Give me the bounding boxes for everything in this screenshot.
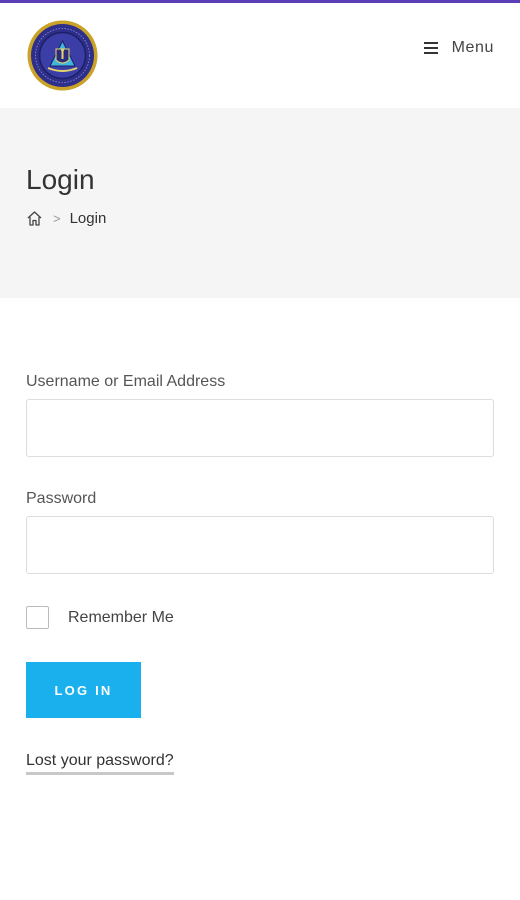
hamburger-icon xyxy=(423,42,438,54)
lost-password-link[interactable]: Lost your password? xyxy=(26,752,174,775)
password-input[interactable] xyxy=(26,516,494,574)
school-crest-logo-icon xyxy=(27,20,98,91)
password-field-group: Password xyxy=(26,490,494,574)
login-button[interactable]: LOG IN xyxy=(26,662,141,718)
page-title: Login xyxy=(26,164,95,195)
password-label: Password xyxy=(26,490,97,507)
page-header: Login > Login xyxy=(0,108,520,298)
menu-toggle-button[interactable]: Menu xyxy=(423,37,494,59)
breadcrumb-home-link[interactable] xyxy=(26,210,43,227)
breadcrumb: > Login xyxy=(26,210,106,227)
username-input[interactable] xyxy=(26,399,494,457)
site-logo[interactable] xyxy=(26,19,99,92)
username-field-group: Username or Email Address xyxy=(26,373,494,457)
remember-me-checkbox[interactable] xyxy=(26,606,49,629)
remember-me-label[interactable]: Remember Me xyxy=(68,609,174,627)
remember-me-row: Remember Me xyxy=(26,606,174,629)
site-header: Menu xyxy=(0,3,520,108)
breadcrumb-separator: > xyxy=(53,211,61,226)
breadcrumb-current: Login xyxy=(69,210,107,227)
username-label: Username or Email Address xyxy=(26,373,226,390)
menu-label: Menu xyxy=(451,39,494,56)
home-icon xyxy=(27,211,42,226)
